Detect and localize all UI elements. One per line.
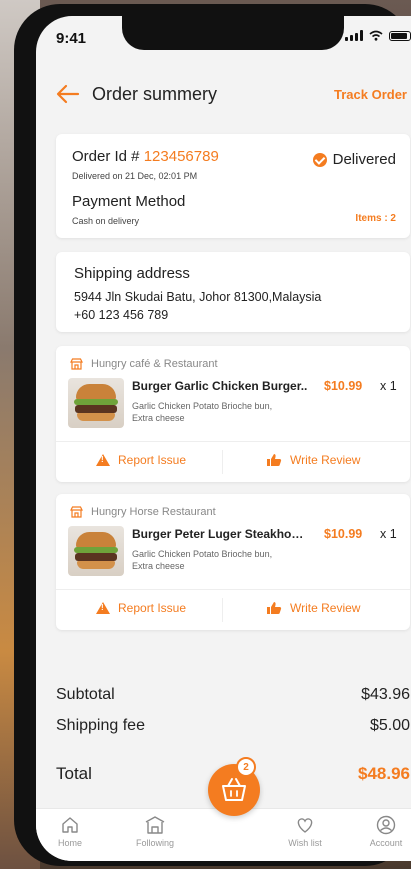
subtotal-value: $43.96: [361, 686, 410, 703]
tab-wish-list-label: Wish list: [288, 838, 322, 848]
tab-account[interactable]: Account: [356, 815, 411, 848]
track-order-link[interactable]: Track Order: [334, 87, 407, 102]
total-value: $48.96: [358, 764, 410, 783]
battery-icon: [389, 30, 411, 41]
order-item-card: Hungry Horse Restaurant Burger Peter Lug…: [56, 494, 410, 630]
subtotal-label: Subtotal: [56, 686, 115, 703]
report-issue-button[interactable]: Report Issue: [96, 453, 186, 467]
write-review-button[interactable]: Write Review: [266, 601, 360, 615]
item-name: Burger Garlic Chicken Burger..: [132, 379, 308, 393]
item-price: $10.99: [324, 527, 363, 541]
tab-following-label: Following: [135, 838, 175, 848]
store-icon: [70, 506, 83, 518]
write-review-label: Write Review: [290, 601, 361, 615]
heart-icon: [297, 818, 313, 833]
order-item-card: Hungry café & Restaurant Burger Garlic C…: [56, 346, 410, 482]
store-icon: [70, 358, 83, 370]
tab-home[interactable]: Home: [40, 815, 100, 848]
delivered-on: Delivered on 21 Dec, 02:01 PM: [72, 171, 198, 181]
tab-wish-list[interactable]: Wish list: [275, 815, 335, 848]
status-badge: Delivered: [312, 151, 396, 168]
store-icon: [145, 816, 165, 834]
item-quantity: x 1: [380, 379, 397, 393]
item-quantity: x 1: [380, 527, 397, 541]
payment-method-value: Cash on delivery: [72, 216, 140, 226]
order-id-label: Order Id #: [72, 148, 140, 165]
total-label: Total: [56, 764, 92, 783]
phone-frame: 9:41 Order summery Track Order Order Id …: [14, 4, 411, 866]
divider: [222, 598, 223, 622]
shipping-card: Shipping address 5944 Jln Skudai Batu, J…: [56, 252, 410, 332]
shipping-fee-value: $5.00: [369, 717, 410, 734]
order-id: Order Id # 123456789: [72, 148, 219, 165]
user-icon: [376, 815, 396, 835]
item-price: $10.99: [324, 379, 363, 393]
write-review-button[interactable]: Write Review: [266, 453, 360, 467]
home-icon: [62, 817, 78, 833]
tab-account-label: Account: [369, 838, 403, 848]
header: Order summery Track Order: [36, 74, 411, 114]
restaurant-label: Hungry Horse Restaurant: [91, 506, 216, 518]
order-info-card: Order Id # 123456789 Delivered on 21 Dec…: [56, 134, 410, 238]
burger-image: [68, 526, 124, 576]
thumbs-up-icon: [267, 454, 282, 466]
report-issue-label: Report Issue: [118, 601, 187, 615]
status-icons: [345, 30, 411, 41]
item-description: Garlic Chicken Potato Brioche bun, Extra…: [132, 549, 273, 571]
wifi-icon: [369, 30, 383, 41]
burger-image: [68, 378, 124, 428]
restaurant-name: Hungry Horse Restaurant: [70, 506, 216, 518]
report-issue-label: Report Issue: [118, 453, 187, 467]
items-count: Items : 2: [355, 213, 396, 224]
tab-home-label: Home: [57, 838, 82, 848]
divider: [56, 589, 410, 590]
back-arrow-icon[interactable]: [54, 80, 82, 108]
restaurant-name: Hungry café & Restaurant: [70, 358, 218, 370]
notch: [122, 16, 344, 50]
warning-icon: [96, 454, 110, 466]
divider: [56, 441, 410, 442]
page-title: Order summery: [92, 84, 218, 104]
write-review-label: Write Review: [290, 453, 361, 467]
payment-method-title: Payment Method: [72, 193, 186, 210]
warning-icon: [96, 602, 110, 614]
item-name: Burger Peter Luger Steakhouse..: [132, 527, 310, 541]
screen: 9:41 Order summery Track Order Order Id …: [36, 16, 411, 861]
thumbs-up-icon: [267, 602, 282, 614]
order-id-number: 123456789: [143, 148, 219, 165]
signal-icon: [345, 30, 363, 41]
tab-following[interactable]: Following: [125, 815, 185, 848]
cart-count-badge: 2: [236, 757, 256, 777]
check-circle-icon: [312, 152, 327, 167]
shipping-address: 5944 Jln Skudai Batu, Johor 81300,Malays…: [74, 290, 322, 304]
status-time: 9:41: [56, 30, 87, 47]
item-description: Garlic Chicken Potato Brioche bun, Extra…: [132, 401, 273, 423]
shipping-fee-label: Shipping fee: [56, 717, 145, 734]
shipping-title: Shipping address: [74, 265, 190, 282]
status-text: Delivered: [332, 151, 396, 168]
divider: [222, 450, 223, 474]
restaurant-label: Hungry café & Restaurant: [91, 358, 218, 370]
report-issue-button[interactable]: Report Issue: [96, 601, 186, 615]
shipping-phone: +60 123 456 789: [74, 308, 169, 322]
